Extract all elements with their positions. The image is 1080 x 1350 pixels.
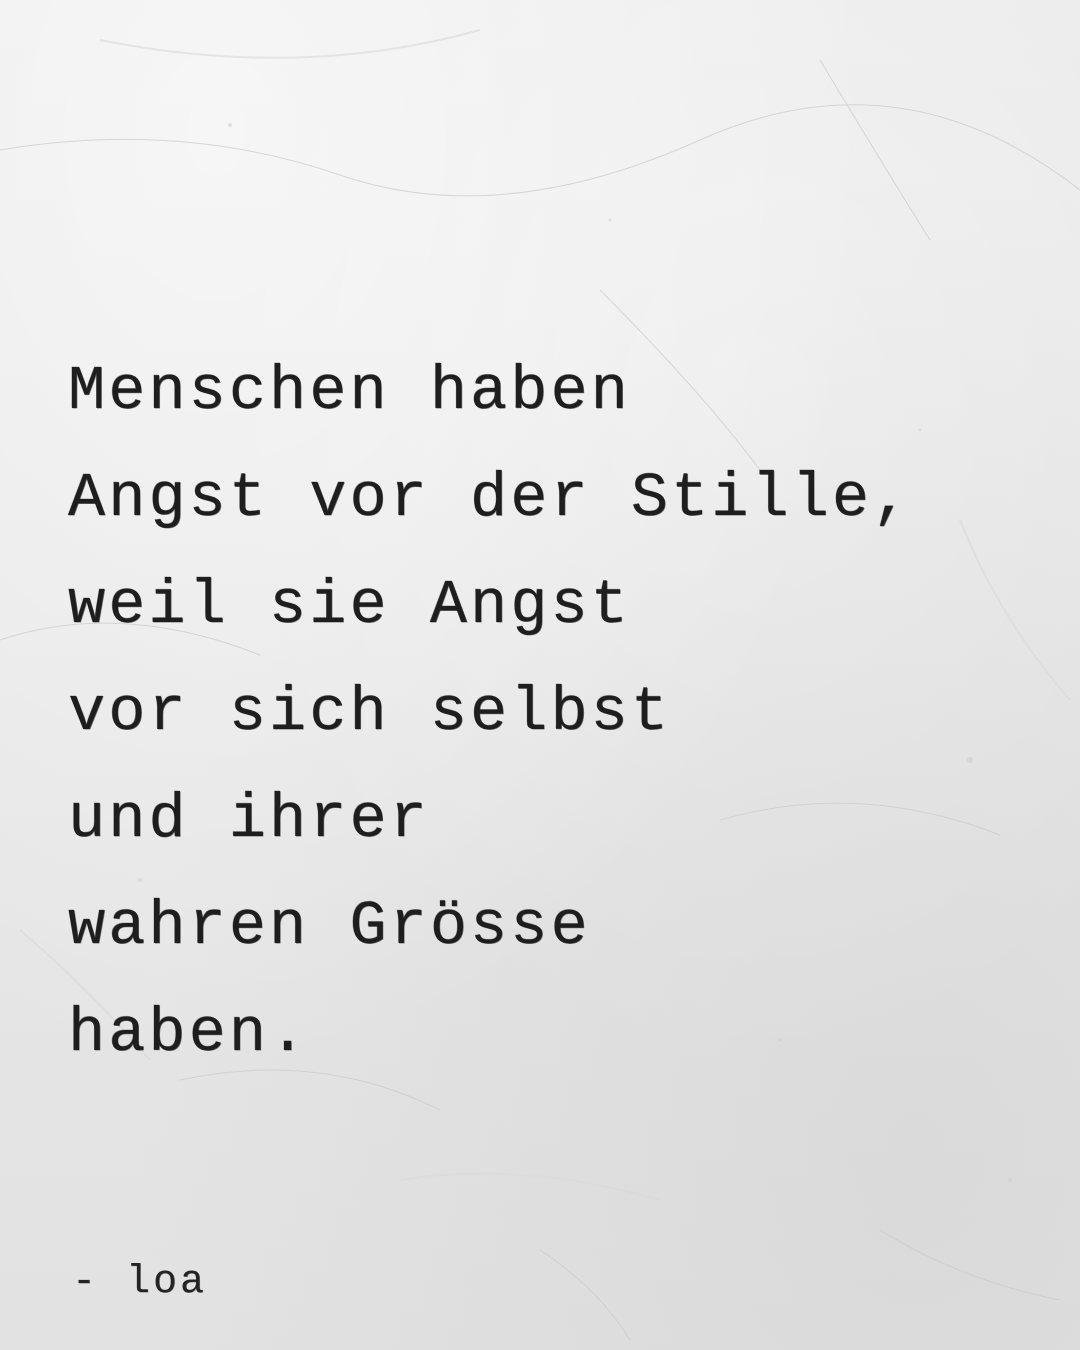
quote-line: haben. <box>68 998 310 1069</box>
quote-line: Angst vor der Stille, <box>68 463 913 534</box>
quote-line: weil sie Angst <box>68 570 631 641</box>
quote-line: vor sich selbst <box>68 677 672 748</box>
quote-text: Menschen haben Angst vor der Stille, wei… <box>68 338 1048 1087</box>
quote-line: wahren Grösse <box>68 891 591 962</box>
quote-card: Menschen haben Angst vor der Stille, wei… <box>0 0 1080 1350</box>
author-signature: - loa <box>72 1260 208 1305</box>
quote-line: Menschen haben <box>68 356 631 427</box>
quote-line: und ihrer <box>68 784 430 855</box>
